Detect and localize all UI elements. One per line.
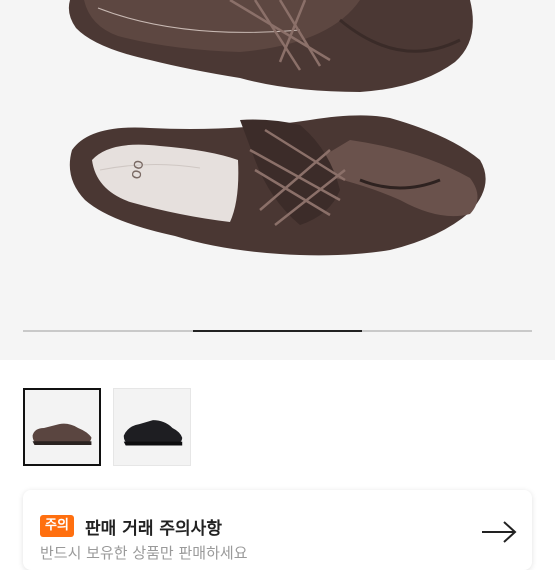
warning-badge: 주의 xyxy=(40,515,74,537)
arrow-right-icon[interactable] xyxy=(480,520,518,544)
product-image[interactable]: oo xyxy=(0,0,555,360)
thumbnail-black-shoe[interactable] xyxy=(113,388,191,466)
svg-text:oo: oo xyxy=(125,158,147,181)
thumbnail-strip xyxy=(23,388,191,466)
notice-subtitle: 반드시 보유한 상품만 판매하세요 xyxy=(40,544,248,562)
shoe-thumbnail-icon xyxy=(123,420,183,446)
shoe-thumbnail-icon xyxy=(32,423,92,446)
image-scroll-indicator xyxy=(23,330,532,332)
image-scroll-indicator-fill xyxy=(193,330,362,332)
shoe-pair-illustration: oo xyxy=(68,0,486,256)
sale-notice-card[interactable]: 주의 판매 거래 주의사항 반드시 보유한 상품만 판매하세요 xyxy=(23,490,532,570)
notice-title: 판매 거래 주의사항 xyxy=(85,519,222,539)
thumbnail-brown-shoe[interactable] xyxy=(23,388,101,466)
